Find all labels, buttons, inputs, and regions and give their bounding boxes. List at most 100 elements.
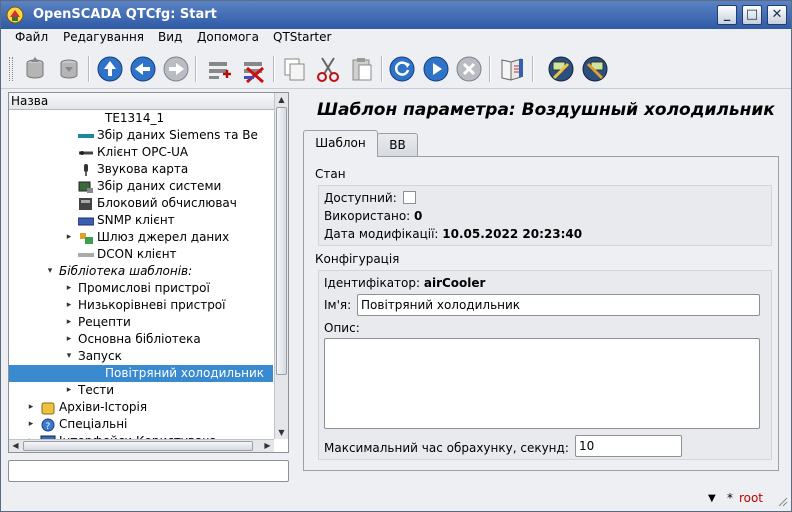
collapse-arrow-icon[interactable]: ▾ xyxy=(45,263,55,280)
name-input[interactable]: Повітряний холодильник xyxy=(357,294,760,316)
tree-item[interactable]: Клієнт OPC-UA xyxy=(9,144,273,161)
panel-splitter[interactable] xyxy=(291,92,294,482)
up-button[interactable] xyxy=(95,54,125,84)
dcon-icon xyxy=(78,253,94,257)
tree-item[interactable]: ▸ Шлюз джерел даних xyxy=(9,229,273,246)
manual-button[interactable] xyxy=(497,54,527,84)
maxcalc-input[interactable]: 10 xyxy=(575,435,682,457)
expand-arrow-icon[interactable]: ▸ xyxy=(26,399,36,416)
stop-button[interactable] xyxy=(454,54,484,84)
status-bar: ▼ * root xyxy=(1,487,791,511)
expand-arrow-icon[interactable]: ▸ xyxy=(26,416,36,433)
tree-item[interactable]: ▾ Бібліотека шаблонів: xyxy=(9,263,273,280)
tree-item[interactable]: Збір даних Siemens та Be xyxy=(9,127,273,144)
scroll-down-icon[interactable]: ▼ xyxy=(275,426,288,439)
menu-file[interactable]: Файл xyxy=(15,30,48,44)
toolbar-grip[interactable] xyxy=(9,57,13,81)
tree-horizontal-scrollbar[interactable]: ◀ ▶ xyxy=(9,439,274,452)
chevron-down-icon[interactable]: ▼ xyxy=(708,493,716,504)
paste-button[interactable] xyxy=(347,54,377,84)
tree-item[interactable]: Звукова карта xyxy=(9,161,273,178)
scroll-left-icon[interactable]: ◀ xyxy=(9,440,22,452)
menu-edit[interactable]: Редагування xyxy=(63,30,144,44)
menu-view[interactable]: Вид xyxy=(158,30,182,44)
cut-button[interactable] xyxy=(313,54,343,84)
tree-item[interactable]: ▸ Тести xyxy=(9,382,273,399)
tree-item[interactable]: ▸ Рецепти xyxy=(9,314,273,331)
tree-item[interactable]: TE1314_1 xyxy=(9,110,273,127)
expand-arrow-icon[interactable]: ▸ xyxy=(64,314,74,331)
expand-arrow-icon[interactable]: ▸ xyxy=(64,382,74,399)
minimize-button[interactable]: _ xyxy=(717,5,737,25)
tree-item[interactable]: Повітряний холодильник xyxy=(9,365,273,382)
tree-item-label: Запуск xyxy=(78,349,122,363)
tree-item-label: Тести xyxy=(78,383,115,397)
refresh-button[interactable] xyxy=(387,54,417,84)
tree-item[interactable]: Збір даних системи xyxy=(9,178,273,195)
cut-icon xyxy=(317,57,339,82)
tree-item[interactable]: ▸ Основна бібліотека xyxy=(9,331,273,348)
tree-item-label: Звукова карта xyxy=(97,162,189,176)
toolbar-separator xyxy=(532,56,534,82)
tree-item-label: TE1314_1 xyxy=(105,111,165,125)
scroll-thumb[interactable] xyxy=(23,441,253,451)
expand-arrow-icon[interactable]: ▸ xyxy=(64,280,74,297)
system-icon xyxy=(78,181,93,193)
modified-row: Дата модифікації: 10.05.2022 20:23:40 xyxy=(324,227,582,241)
delete-item-button[interactable] xyxy=(238,54,268,84)
title-bar[interactable]: OpenSCADA QTCfg: Start _ □ ✕ xyxy=(1,1,791,29)
db-load-button[interactable] xyxy=(20,54,50,84)
svg-text:?: ? xyxy=(46,422,51,432)
name-label: Ім'я: xyxy=(324,298,352,312)
paste-icon xyxy=(352,58,372,81)
scroll-thumb[interactable] xyxy=(276,107,287,375)
tree-item[interactable]: Блоковий обчислювач xyxy=(9,195,273,212)
tree-item[interactable]: ▸ Архіви-Історія xyxy=(9,399,273,416)
modified-label: Дата модифікації: xyxy=(324,227,439,241)
navigation-tree[interactable]: Назва TE1314_1 Збір даних Siemens та Be Кл… xyxy=(8,92,289,453)
settings-alt-button[interactable] xyxy=(580,54,610,84)
scroll-up-icon[interactable]: ▲ xyxy=(275,93,288,106)
used-value: 0 xyxy=(414,209,423,223)
tab-template[interactable]: Шаблон xyxy=(303,130,378,157)
tab-label: ВВ xyxy=(389,138,406,152)
tree-item[interactable]: SNMP клієнт xyxy=(9,212,273,229)
copy-icon xyxy=(284,58,305,81)
tree-item[interactable]: ▸? Спеціальні xyxy=(9,416,273,433)
tree-filter-input[interactable] xyxy=(8,460,289,482)
tree-vertical-scrollbar[interactable]: ▲ ▼ xyxy=(274,93,288,439)
menu-help[interactable]: Допомога xyxy=(197,30,259,44)
gateway-icon xyxy=(80,233,93,244)
enabled-checkbox[interactable] xyxy=(402,191,416,204)
expand-arrow-icon[interactable]: ▸ xyxy=(64,229,74,246)
db-save-button[interactable] xyxy=(54,54,84,84)
add-item-button[interactable] xyxy=(203,54,233,84)
tree-item[interactable]: DCON клієнт xyxy=(9,246,273,263)
tree-item[interactable]: ▸ Промислові пристрої xyxy=(9,280,273,297)
tree-item[interactable]: ▸ Низькорівневі пристрої xyxy=(9,297,273,314)
forward-button[interactable] xyxy=(161,54,191,84)
expand-arrow-icon[interactable]: ▸ xyxy=(64,297,74,314)
resize-grip-icon[interactable] xyxy=(776,495,788,507)
tree-item-label: Збір даних системи xyxy=(97,179,222,193)
id-label: Ідентифікатор: xyxy=(324,276,421,290)
state-section-title: Стан xyxy=(315,167,346,181)
collapse-arrow-icon[interactable]: ▾ xyxy=(64,348,74,365)
tree-header[interactable]: Назва xyxy=(9,93,275,110)
description-textarea[interactable] xyxy=(324,338,760,429)
tab-io[interactable]: ВВ xyxy=(377,133,418,156)
start-icon xyxy=(423,56,449,82)
copy-button[interactable] xyxy=(280,54,310,84)
start-button[interactable] xyxy=(421,54,451,84)
scroll-right-icon[interactable]: ▶ xyxy=(261,440,274,452)
back-button[interactable] xyxy=(128,54,158,84)
status-user[interactable]: root xyxy=(739,491,763,505)
tree-item[interactable]: ▾ Запуск xyxy=(9,348,273,365)
openscada-logo-icon xyxy=(6,6,24,24)
menu-qtstarter[interactable]: QTStarter xyxy=(273,30,331,44)
settings-button[interactable] xyxy=(546,54,576,84)
expand-arrow-icon[interactable]: ▸ xyxy=(64,331,74,348)
page-title: Шаблон параметра: Воздушный холодильник xyxy=(317,100,775,120)
maximize-button[interactable]: □ xyxy=(742,5,762,25)
close-button[interactable]: ✕ xyxy=(767,5,787,25)
